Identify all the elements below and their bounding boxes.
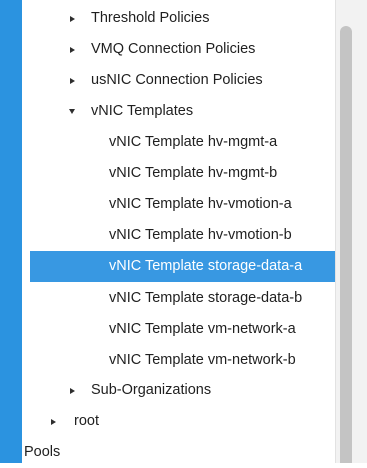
tree-node-vmq-connection-policies[interactable]: VMQ Connection Policies (30, 34, 335, 65)
collapse-arrow-icon[interactable] (65, 96, 79, 127)
expand-arrow-icon[interactable] (65, 34, 79, 65)
tree-node-vnic-template[interactable]: vNIC Template vm-network-a (30, 314, 335, 345)
tree-node-vnic-template[interactable]: vNIC Template storage-data-b (30, 283, 335, 314)
tree-node-label: Pools (24, 444, 61, 460)
tree-node-label: root (74, 413, 99, 429)
tree-node-pools[interactable]: Pools (24, 437, 335, 468)
tree-node-vnic-template[interactable]: vNIC Template hv-mgmt-a (30, 127, 335, 158)
tree-node-label: vNIC Template hv-mgmt-a (109, 134, 278, 150)
tree-node-vnic-templates[interactable]: vNIC Templates (30, 96, 335, 127)
tree-node-label: vNIC Template hv-vmotion-a (109, 196, 292, 212)
tree-node-vnic-template[interactable]: vNIC Template hv-mgmt-b (30, 158, 335, 189)
tree-node-root[interactable]: root (30, 406, 335, 437)
tree-node-label: vNIC Template hv-mgmt-b (109, 165, 278, 181)
expand-arrow-icon[interactable] (65, 65, 79, 96)
tree-node-usnic-connection-policies[interactable]: usNIC Connection Policies (30, 65, 335, 96)
tree-node-label: vNIC Template storage-data-a (109, 258, 303, 274)
rail-gap (22, 0, 30, 463)
tree-node-threshold-policies[interactable]: Threshold Policies (30, 3, 335, 34)
tree-node-label: vNIC Template storage-data-b (109, 290, 303, 306)
vertical-scrollbar-thumb[interactable] (340, 26, 352, 463)
expand-arrow-icon[interactable] (65, 3, 79, 34)
tree-node-label: Sub-Organizations (91, 382, 212, 398)
navigation-tree: Threshold Policies VMQ Connection Polici… (24, 0, 335, 463)
tree-node-label: usNIC Connection Policies (91, 72, 263, 88)
tree-node-label: vNIC Template vm-network-b (109, 352, 296, 368)
tree-node-vnic-template[interactable]: vNIC Template hv-vmotion-a (30, 189, 335, 220)
tree-node-sub-organizations[interactable]: Sub-Organizations (30, 375, 335, 406)
tree-node-label: VMQ Connection Policies (91, 41, 256, 57)
expand-arrow-icon[interactable] (46, 406, 60, 437)
expand-arrow-icon[interactable] (65, 375, 79, 406)
tree-node-label: vNIC Template vm-network-a (109, 321, 296, 337)
left-nav-rail (0, 0, 22, 463)
tree-node-label: vNIC Template hv-vmotion-b (109, 227, 292, 243)
tree-node-vnic-template-selected[interactable]: vNIC Template storage-data-a (30, 251, 335, 282)
tree-node-label: vNIC Templates (91, 103, 194, 119)
tree-node-vnic-template[interactable]: vNIC Template vm-network-b (30, 345, 335, 376)
tree-node-vnic-template[interactable]: vNIC Template hv-vmotion-b (30, 220, 335, 251)
tree-node-label: Threshold Policies (91, 10, 210, 26)
